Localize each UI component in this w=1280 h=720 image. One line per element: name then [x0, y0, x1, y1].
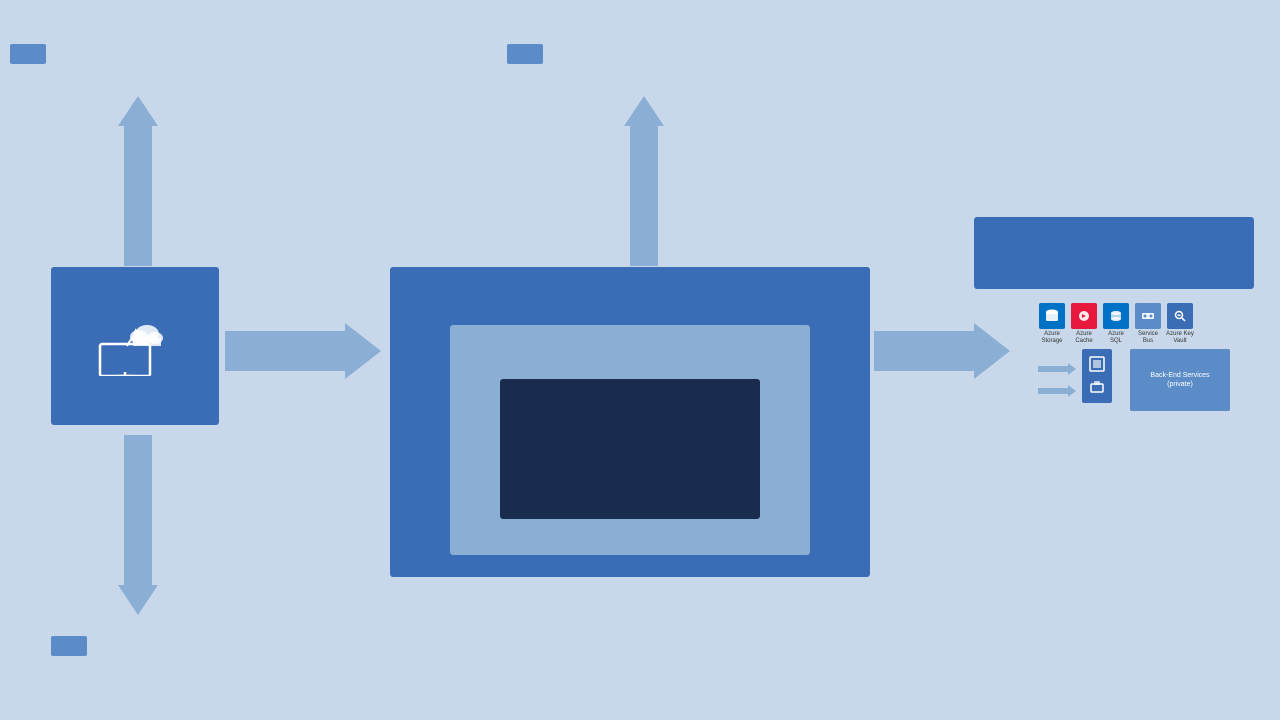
- service-bus-label: Service Bus: [1134, 331, 1162, 344]
- azure-traffic-manager-label: [10, 44, 46, 64]
- arrow-right-to-web-cluster: [225, 323, 381, 379]
- arrow-shaft: [874, 331, 974, 371]
- web-frontend-cluster: [390, 267, 870, 577]
- power-platform-mini-diagram: Azure Storage Azure Cache Azure SQL Serv…: [1030, 295, 1250, 440]
- key-vault-label: Azure Key Vault: [1166, 331, 1194, 344]
- power-cluster-title: [974, 217, 1254, 237]
- arrow-shaft: [225, 331, 345, 371]
- mini-key-vault: Azure Key Vault: [1166, 303, 1194, 344]
- azure-sql-icon: [1103, 303, 1129, 329]
- mini-azure-storage: Azure Storage: [1038, 303, 1066, 344]
- app-service-title: [450, 325, 810, 341]
- mini-arrow-2: [1038, 385, 1076, 397]
- arrow-head: [624, 96, 664, 126]
- azure-storage-label: Azure Storage: [1038, 331, 1066, 344]
- aspnet-box: [500, 379, 760, 519]
- browser-icon: [95, 316, 175, 385]
- azure-cdn-label: [51, 636, 87, 656]
- arrow-down-cdn: [118, 435, 158, 615]
- azure-storage-icon: [1039, 303, 1065, 329]
- mini-icons-row: Azure Storage Azure Cache Azure SQL Serv…: [1038, 303, 1194, 344]
- service-bus-icon: [1135, 303, 1161, 329]
- mini-shaft: [1038, 388, 1068, 394]
- mini-arrow-1: [1038, 363, 1076, 375]
- mini-azure-cache: Azure Cache: [1070, 303, 1098, 344]
- arrow-head: [118, 585, 158, 615]
- azure-sql-label: Azure SQL: [1102, 331, 1130, 344]
- key-vault-icon: [1167, 303, 1193, 329]
- web-cluster-title: [390, 267, 870, 289]
- app-service-environment: [450, 325, 810, 555]
- arrow-shaft: [124, 126, 152, 266]
- mini-azure-sql: Azure SQL: [1102, 303, 1130, 344]
- arrow-head: [345, 323, 381, 379]
- browser-box: [51, 267, 219, 425]
- arrow-up-active-directory: [624, 96, 664, 266]
- arrow-up-traffic-manager: [118, 96, 158, 266]
- mini-box-2: [1082, 373, 1112, 403]
- mini-service-bus: Service Bus: [1134, 303, 1162, 344]
- backend-services-label: Back-End Services(private): [1150, 371, 1209, 389]
- mini-head: [1068, 385, 1076, 397]
- arrow-right-to-power-platform: [874, 323, 1010, 379]
- azure-cache-label: Azure Cache: [1070, 331, 1098, 344]
- arrow-head: [974, 323, 1010, 379]
- mini-shaft: [1038, 366, 1068, 372]
- power-platform-cluster: [974, 217, 1254, 289]
- azure-active-directory-label: [507, 44, 543, 64]
- azure-cache-icon: [1071, 303, 1097, 329]
- arrow-shaft: [630, 126, 658, 266]
- arrow-shaft: [124, 435, 152, 585]
- mini-head: [1068, 363, 1076, 375]
- arrow-head: [118, 96, 158, 126]
- backend-services-box: Back-End Services(private): [1130, 349, 1230, 411]
